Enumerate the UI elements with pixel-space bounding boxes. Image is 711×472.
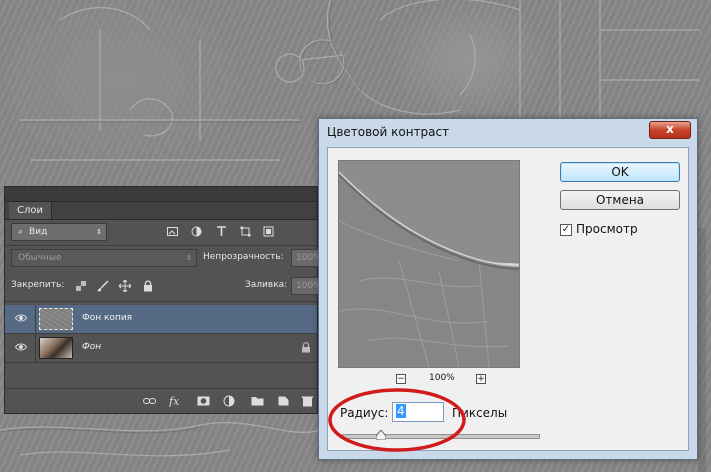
zoom-value: 100% xyxy=(429,373,455,383)
new-layer-icon[interactable] xyxy=(277,395,290,407)
lock-transparent-icon[interactable] xyxy=(75,280,87,292)
folder-icon[interactable] xyxy=(251,395,264,407)
svg-text:fx: fx xyxy=(169,395,180,407)
fill-label: Заливка: xyxy=(245,280,288,290)
preview-checkbox-label: Просмотр xyxy=(576,222,638,236)
cancel-button[interactable]: Отмена xyxy=(560,190,680,210)
kind-filter-value: Вид xyxy=(29,227,48,237)
annotation-ellipse xyxy=(328,388,466,452)
divider xyxy=(35,334,36,362)
shape-filter-icon[interactable] xyxy=(240,226,251,237)
close-icon: x xyxy=(666,122,674,136)
divider xyxy=(35,305,36,333)
chevron-updown-icon: ⇕ xyxy=(96,228,102,236)
layer-row-fon-kopiya[interactable]: Фон копия xyxy=(5,305,317,334)
minus-icon: − xyxy=(397,374,405,384)
preview-checkbox[interactable]: ✓ xyxy=(560,224,572,236)
lock-all-icon[interactable] xyxy=(142,280,154,292)
ok-button[interactable]: OK xyxy=(560,162,680,182)
eye-icon[interactable] xyxy=(15,342,27,352)
close-button[interactable]: x xyxy=(649,121,691,139)
panel-top-strip xyxy=(5,187,317,202)
divider xyxy=(5,245,317,246)
chevron-updown-icon: ⇕ xyxy=(186,254,192,262)
opacity-label: Непрозрачность: xyxy=(203,252,284,262)
preview-area[interactable] xyxy=(338,160,520,368)
lock-image-brush-icon[interactable] xyxy=(97,280,109,292)
blend-row: Обычные ⇕ Непрозрачность: 100% xyxy=(11,249,325,269)
dialog-title: Цветовой контраст xyxy=(327,125,450,139)
eye-icon[interactable] xyxy=(15,313,27,323)
adjustment-filter-icon[interactable] xyxy=(191,226,202,237)
fx-icon[interactable]: fx xyxy=(169,395,182,407)
dialog-titlebar[interactable]: Цветовой контраст x xyxy=(319,119,697,145)
link-icon[interactable] xyxy=(143,395,156,407)
right-panel-edge xyxy=(698,228,706,472)
layer-thumbnail xyxy=(39,337,73,359)
smart-object-filter-icon[interactable] xyxy=(263,226,274,237)
kind-filter-select[interactable]: ⌕ Вид ⇕ xyxy=(11,223,107,241)
checkmark-icon: ✓ xyxy=(561,224,571,235)
layer-name[interactable]: Фон xyxy=(82,342,101,352)
mask-icon[interactable] xyxy=(197,395,210,407)
layers-footer-toolbar: fx xyxy=(5,388,317,413)
lock-position-move-icon[interactable] xyxy=(119,280,131,292)
zoom-controls: − 100% + xyxy=(396,373,506,388)
panel-tab-bar: Слои xyxy=(5,202,317,220)
layers-panel: Слои ⌕ Вид ⇕ Обычные ⇕ Непрозрачность: 10… xyxy=(4,186,325,414)
lock-row: Закрепить: Заливка: 100% xyxy=(11,277,325,297)
filter-row: ⌕ Вид ⇕ xyxy=(11,223,311,243)
pixel-filter-icon[interactable] xyxy=(167,226,178,237)
zoom-out-button[interactable]: − xyxy=(396,374,406,384)
layer-name[interactable]: Фон копия xyxy=(82,313,132,323)
search-icon: ⌕ xyxy=(18,227,24,237)
type-filter-icon[interactable] xyxy=(216,226,227,237)
layer-thumbnail xyxy=(39,308,73,330)
trash-icon[interactable] xyxy=(301,395,314,407)
plus-icon: + xyxy=(477,374,485,384)
blend-mode-select[interactable]: Обычные ⇕ xyxy=(11,249,197,267)
divider xyxy=(5,301,317,302)
tab-layers[interactable]: Слои xyxy=(9,202,52,219)
adjustment-icon[interactable] xyxy=(223,395,236,407)
lock-label: Закрепить: xyxy=(11,280,65,290)
blend-mode-value: Обычные xyxy=(18,253,62,263)
layer-row-fon[interactable]: Фон xyxy=(5,334,317,363)
preview-image xyxy=(339,161,519,367)
zoom-in-button[interactable]: + xyxy=(476,374,486,384)
lock-icon xyxy=(302,342,310,353)
